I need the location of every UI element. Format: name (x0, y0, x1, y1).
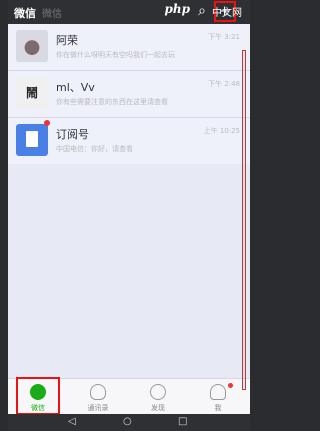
empty-area (8, 164, 250, 378)
avatar (16, 30, 48, 62)
watermark-logo: php (164, 2, 190, 16)
tab-label: 通讯录 (87, 404, 109, 412)
chat-preview: 你在做什么呀明天有空吗我们一起去玩 (56, 51, 175, 59)
chat-time: 上午 10:25 (203, 127, 240, 135)
chat-name: 阿荣 (56, 34, 78, 47)
chat-time: 下午 3:21 (208, 33, 240, 41)
unread-dot (44, 120, 50, 126)
chat-list: 阿荣 你在做什么呀明天有空吗我们一起去玩 下午 3:21 鬧 ml、Vv 你有些… (8, 24, 250, 165)
highlight-side-box (242, 50, 246, 390)
app-title: 微信 (14, 7, 36, 20)
chat-preview: 你有些需要注意的东西在这里请查看 (56, 98, 168, 106)
search-icon[interactable]: ⌕ (198, 3, 206, 19)
title-bar: 微信 微信 php ⌕ + 中文网 (8, 0, 250, 24)
back-button[interactable]: ◁ (68, 416, 76, 427)
tab-discover[interactable]: 发现 (128, 379, 188, 415)
tab-label: 发现 (151, 404, 165, 412)
system-nav-bar: ◁ ○ □ (8, 414, 250, 431)
chat-item[interactable]: 阿荣 你在做什么呀明天有空吗我们一起去玩 下午 3:21 (8, 24, 250, 71)
chat-name: 订阅号 (56, 128, 89, 141)
chat-item[interactable]: 订阅号 中国电信：你好，请查看 上午 10:25 (8, 118, 250, 165)
highlight-chat-box (16, 377, 60, 415)
tab-me[interactable]: 我 (188, 379, 248, 415)
avatar: 鬧 (16, 77, 48, 109)
home-button[interactable]: ○ (123, 416, 132, 427)
bottom-tab-bar: 微信 通讯录 发现 我 (8, 377, 250, 415)
contacts-icon (90, 384, 106, 400)
notification-dot (228, 383, 233, 388)
tab-label: 我 (214, 404, 222, 412)
chat-item[interactable]: 鬧 ml、Vv 你有些需要注意的东西在这里请查看 下午 2:48 (8, 71, 250, 118)
recent-apps-button[interactable]: □ (178, 416, 187, 427)
tab-contacts[interactable]: 通讯录 (68, 379, 128, 415)
tab-chats[interactable]: 微信 (8, 377, 68, 415)
phone-screen: 微信 微信 php ⌕ + 中文网 阿荣 你在做什么呀明天有空吗我们一起去玩 下… (8, 0, 250, 431)
chat-time: 下午 2:48 (208, 80, 240, 88)
watermark-cn: 中文网 (212, 8, 242, 19)
app-title-shadow: 微信 (42, 9, 62, 20)
subscription-icon (16, 124, 48, 156)
person-icon (210, 384, 226, 400)
compass-icon (150, 384, 166, 400)
chat-name: ml、Vv (56, 81, 95, 94)
chat-preview: 中国电信：你好，请查看 (56, 145, 133, 153)
